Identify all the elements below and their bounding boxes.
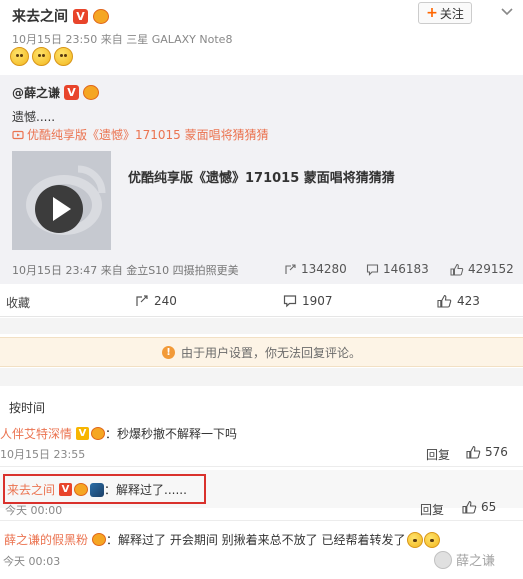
repost-source: 来自 金立S10 四摄拍照更美 xyxy=(100,264,239,277)
comment-user[interactable]: 薛之谦的假黑粉 xyxy=(4,531,88,548)
comment-like-button[interactable]: 65 xyxy=(462,500,496,514)
crying-emoji-icon xyxy=(10,47,29,66)
thumbs-up-icon xyxy=(466,445,481,459)
post-author-name[interactable]: 来去之间 xyxy=(12,6,68,26)
post-meta: 10月15日 23:50 来自 三星 GALAXY Note8 xyxy=(12,31,232,47)
repost-text: 遗憾..... xyxy=(12,110,56,124)
repost-button[interactable]: 240 xyxy=(135,294,177,308)
post-header: 来去之间 V + 关注 10月15日 23:50 来自 三星 GALAXY No… xyxy=(0,0,523,74)
repost-share-stat[interactable]: 134280 xyxy=(284,262,347,276)
notice-text: 由于用户设置，你无法回复评论。 xyxy=(180,345,361,360)
reply-button[interactable]: 回复 xyxy=(426,446,450,463)
video-title[interactable]: 优酷纯享版《遗憾》171015 蒙面唱将猜猜猜 xyxy=(128,167,395,186)
comment-user[interactable]: 人伴艾特深情 xyxy=(0,425,72,442)
video-link-text: 优酷纯享版《遗憾》171015 蒙面唱将猜猜猜 xyxy=(27,128,269,142)
weibo-logo-icon xyxy=(12,151,111,250)
reply-button[interactable]: 回复 xyxy=(420,501,444,518)
plus-icon: + xyxy=(426,5,438,21)
comment-like-button[interactable]: 576 xyxy=(466,445,508,459)
member-crown-icon xyxy=(92,533,107,546)
like-action-count: 423 xyxy=(457,294,480,308)
watermark: 薛之谦 xyxy=(434,550,495,569)
comment-line: 人伴艾特深情 V ：秒爆秒撤不解释一下吗 xyxy=(0,425,237,442)
verified-v-badge-icon: V xyxy=(73,8,88,24)
comment-action-count: 1907 xyxy=(302,294,333,308)
thumbs-up-icon xyxy=(462,500,477,514)
comment-like-count: 576 xyxy=(485,445,508,459)
repost-comment-count: 146183 xyxy=(383,262,429,276)
red-highlight-box xyxy=(3,474,206,504)
comment-button[interactable]: 1907 xyxy=(283,294,333,308)
comment-text: ：解释过了 开会期间 别揪着来总不放了 已经帮着转发了 xyxy=(106,533,406,547)
comment-time: 今天 00:03 xyxy=(3,555,61,568)
comment-icon xyxy=(366,263,379,276)
repost-footer: 10月15日 23:47 来自 金立S10 四摄拍照更美 134280 1461… xyxy=(0,262,523,280)
favorite-label: 收藏 xyxy=(6,296,31,310)
divider xyxy=(0,466,523,467)
watermark-text: 薛之谦 xyxy=(456,554,496,569)
laughing-emoji-icon xyxy=(424,531,441,548)
yellow-v-badge-icon: V xyxy=(76,427,90,440)
repost-box[interactable]: @薛之谦 V 遗憾..... 优酷纯享版《遗憾》171015 蒙面唱将猜猜猜 优… xyxy=(0,75,523,284)
reply-restricted-notice: ! 由于用户设置，你无法回复评论。 xyxy=(0,337,523,367)
post-author-row: 来去之间 V xyxy=(12,6,109,26)
comment-icon xyxy=(283,295,297,308)
member-crown-icon xyxy=(83,85,100,100)
repost-like-stat[interactable]: 429152 xyxy=(450,262,514,276)
member-crown-icon xyxy=(91,427,106,440)
divider xyxy=(0,520,523,521)
sort-by-time-tab[interactable]: 按时间 xyxy=(9,399,45,416)
like-button[interactable]: 423 xyxy=(437,294,480,308)
follow-button[interactable]: + 关注 xyxy=(418,2,472,24)
share-icon xyxy=(285,263,296,274)
repost-date: 10月15日 23:47 xyxy=(12,264,98,277)
video-link[interactable]: 优酷纯享版《遗憾》171015 蒙面唱将猜猜猜 xyxy=(12,126,269,143)
video-link-icon xyxy=(12,130,24,139)
repost-meta: 10月15日 23:47 来自 金立S10 四摄拍照更美 xyxy=(12,262,239,278)
video-thumbnail[interactable] xyxy=(12,151,111,250)
laughing-emoji-icon xyxy=(407,531,424,548)
comment-time: 今天 00:00 xyxy=(5,504,63,517)
comment-line: 薛之谦的假黑粉 ：解释过了 开会期间 别揪着来总不放了 已经帮着转发了 xyxy=(4,531,441,548)
wechat-logo-icon xyxy=(434,550,452,569)
comment-like-count: 65 xyxy=(481,500,497,514)
repost-count: 134280 xyxy=(301,262,347,276)
emoji-row xyxy=(10,47,73,66)
crying-emoji-icon xyxy=(54,47,73,66)
thumbs-up-icon xyxy=(437,294,452,308)
share-icon xyxy=(136,295,148,306)
repost-action-count: 240 xyxy=(154,294,177,308)
crying-emoji-icon xyxy=(32,47,51,66)
action-bar: 收藏 240 1907 423 xyxy=(0,287,523,317)
follow-label: 关注 xyxy=(439,6,464,21)
repost-author-name[interactable]: @薛之谦 xyxy=(12,84,60,101)
post-date: 10月15日 23:50 xyxy=(12,33,98,46)
section-gap xyxy=(0,318,523,334)
comment-time: 10月15日 23:55 xyxy=(0,448,86,461)
verified-v-badge-icon: V xyxy=(64,85,80,100)
thumbs-up-icon xyxy=(450,263,464,275)
section-gap xyxy=(0,368,523,386)
favorite-button[interactable]: 收藏 xyxy=(6,294,30,311)
repost-like-count: 429152 xyxy=(468,262,514,276)
comment-text: ：秒爆秒撤不解释一下吗 xyxy=(105,427,238,441)
warning-icon: ! xyxy=(161,345,175,359)
post-source: 来自 三星 GALAXY Note8 xyxy=(100,33,233,46)
repost-author-row: @薛之谦 V xyxy=(12,84,100,101)
member-crown-icon xyxy=(93,8,109,24)
repost-comment-stat[interactable]: 146183 xyxy=(366,262,429,276)
chevron-down-icon[interactable] xyxy=(498,2,516,20)
